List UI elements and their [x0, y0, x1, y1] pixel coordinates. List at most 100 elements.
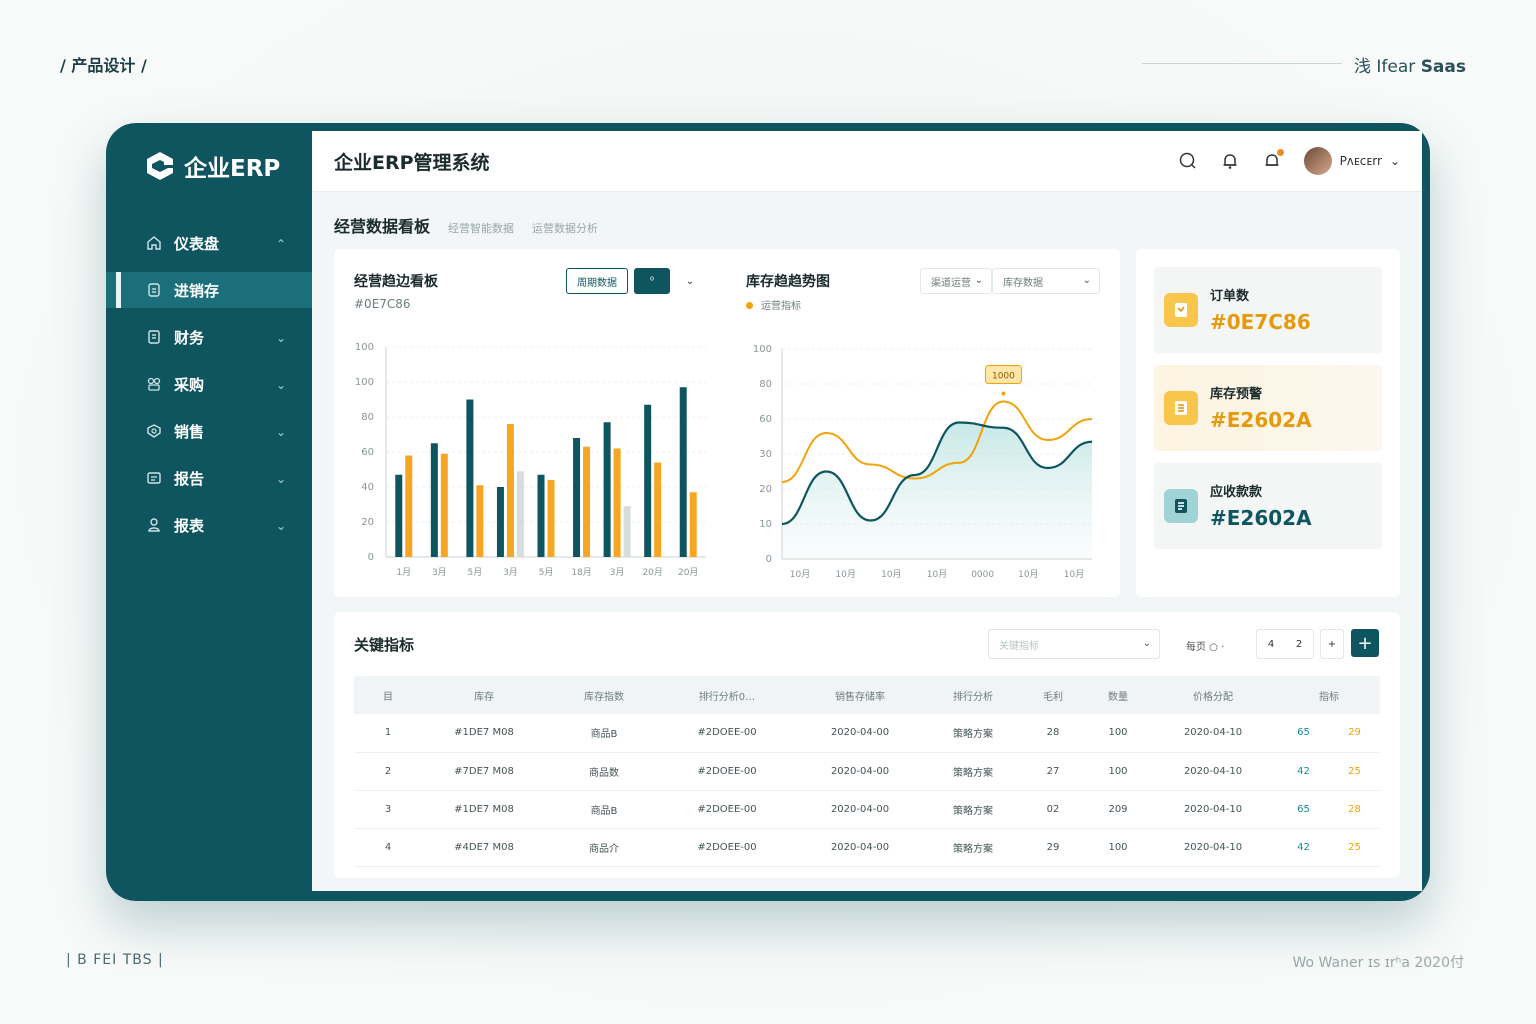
table-cell: #2DOEE-00	[662, 752, 792, 791]
table-cell: 42	[1278, 752, 1329, 791]
y-tick-label: 0	[368, 552, 374, 563]
sidebar-item-report[interactable]: 报告 ⌄	[106, 460, 312, 496]
chevron-down-icon[interactable]: ⌄	[674, 268, 706, 294]
x-tick-label: 5月	[468, 567, 483, 578]
dashboard-subtitle[interactable]: 运营数据分析	[532, 220, 598, 236]
table-row[interactable]: 3 #1DE7 M08 商品B #2DOEE-00 2020-04-00 策略方案 02 20…	[354, 790, 1380, 829]
table-cell: #1DE7 M08	[422, 714, 546, 753]
kpi-label: 订单数	[1210, 289, 1250, 304]
x-tick-label: 20月	[642, 567, 662, 578]
x-tick-label: 10月	[1064, 569, 1084, 580]
sidebar-item-purchase[interactable]: 采购 ⌄	[106, 366, 312, 402]
pagination-input[interactable]: 42	[1256, 629, 1314, 659]
bar[interactable]	[405, 455, 413, 558]
bar[interactable]	[573, 438, 581, 557]
table-cell: 2020-04-00	[792, 790, 928, 829]
toggle-button[interactable]: ⁰	[634, 268, 670, 294]
table-cell: 25	[1329, 752, 1380, 791]
x-tick-label: 0000	[971, 570, 994, 580]
period-button[interactable]: 周期数据	[566, 268, 628, 294]
metric-filter-select[interactable]: 关键指标 ⌄	[988, 629, 1160, 659]
column-header[interactable]: 目	[354, 676, 422, 714]
bar[interactable]	[547, 480, 555, 557]
kpi-panel: 订单数 #0E7C86 库存预警 #E2602A 应收款款 #E2602A	[1136, 249, 1400, 597]
column-header[interactable]: 排行分析	[928, 676, 1018, 714]
sidebar: 企业ERP 仪表盘 ⌃ 进销存 财务 ⌄ 采购 ⌄ 销售 ⌄ 报告 ⌄ 报表 ⌄	[106, 123, 312, 901]
inventory-select[interactable]: 库存数据 ⌄	[992, 268, 1100, 294]
table-cell: 商品介	[546, 828, 662, 867]
bar[interactable]	[537, 474, 545, 557]
column-header[interactable]: 指标	[1278, 676, 1380, 714]
chevron-down-icon: ⌄	[1082, 275, 1091, 286]
brand-name: 企业ERP	[184, 156, 281, 182]
kpi-receivable[interactable]: 应收款款 #E2602A	[1154, 463, 1382, 549]
kpi-value: #E2602A	[1210, 506, 1312, 530]
sidebar-item-sales[interactable]: 销售 ⌄	[106, 413, 312, 449]
column-header[interactable]: 库存指数	[546, 676, 662, 714]
bar[interactable]	[466, 399, 474, 558]
column-header[interactable]: 库存	[422, 676, 546, 714]
table-row[interactable]: 4 #4DE7 M08 商品介 #2DOEE-00 2020-04-00 策略方案 29 10…	[354, 828, 1380, 867]
page-number: 2	[1295, 638, 1303, 650]
y-tick-label: 30	[759, 449, 772, 460]
sidebar-item-finance[interactable]: 财务 ⌄	[106, 319, 312, 355]
bar[interactable]	[689, 492, 697, 557]
table-cell: 策略方案	[928, 828, 1018, 867]
table-cell: 商品B	[546, 714, 662, 753]
legend-dot	[746, 302, 753, 309]
table-row[interactable]: 2 #7DE7 M08 商品数 #2DOEE-00 2020-04-00 策略方案 27 10…	[354, 752, 1380, 791]
bar[interactable]	[440, 453, 448, 557]
chevron-down-icon: ⌄	[1389, 154, 1400, 168]
x-tick-label: 3月	[610, 567, 625, 578]
table-cell: 4	[354, 828, 422, 867]
bar[interactable]	[679, 387, 687, 557]
page-size-label[interactable]: 每页 ○ ·	[1186, 638, 1224, 653]
bar[interactable]	[430, 443, 438, 557]
kpi-orders[interactable]: 订单数 #0E7C86	[1154, 267, 1382, 353]
table-cell: 209	[1088, 790, 1148, 829]
dashboard-subtitle[interactable]: 经营智能数据	[448, 220, 514, 236]
message-button[interactable]	[1262, 149, 1284, 171]
bar[interactable]	[654, 462, 662, 558]
bar[interactable]	[644, 404, 652, 557]
table-cell: 100	[1088, 752, 1148, 791]
x-tick-label: 10月	[790, 569, 810, 580]
brand-logo[interactable]: 企业ERP	[144, 149, 280, 183]
table-cell: #7DE7 M08	[422, 752, 546, 791]
bar[interactable]	[506, 424, 514, 557]
column-header[interactable]: 排行分析0…	[662, 676, 792, 714]
add-small-button[interactable]: +	[1320, 629, 1344, 659]
x-tick-label: 10月	[1018, 569, 1038, 580]
table-body: 1 #1DE7 M08 商品B #2DOEE-00 2020-04-00 策略方案 28 10…	[354, 714, 1380, 867]
sidebar-item-dashboard[interactable]: 仪表盘 ⌃	[106, 225, 312, 261]
table-title: 关键指标	[354, 636, 415, 654]
table-row[interactable]: 1 #1DE7 M08 商品B #2DOEE-00 2020-04-00 策略方案 28 10…	[354, 714, 1380, 753]
dashboard-title: 经营数据看板	[334, 217, 431, 236]
bar[interactable]	[613, 448, 621, 558]
bar[interactable]	[603, 422, 611, 557]
column-header[interactable]: 数量	[1088, 676, 1148, 714]
column-header[interactable]: 销售存储率	[792, 676, 928, 714]
kpi-inventory-alert[interactable]: 库存预警 #E2602A	[1154, 365, 1382, 451]
page-number: 4	[1267, 638, 1275, 650]
bar[interactable]	[623, 506, 631, 557]
column-header[interactable]: 毛利	[1018, 676, 1088, 714]
metrics-table: 目 库存 库存指数 排行分析0… 销售存储率 排行分析 毛利 数量 价格分配 指…	[354, 676, 1380, 867]
bar[interactable]	[496, 487, 504, 557]
search-icon[interactable]	[1178, 151, 1198, 171]
bar[interactable]	[516, 471, 524, 557]
chevron-up-icon: ⌃	[275, 237, 286, 251]
column-header[interactable]: 价格分配	[1148, 676, 1278, 714]
add-button[interactable]: +	[1351, 629, 1379, 657]
table-cell: 策略方案	[928, 714, 1018, 753]
sidebar-item-label: 报告	[174, 469, 205, 488]
channel-select[interactable]: 渠道运营 ⌄	[920, 268, 992, 294]
bell-icon[interactable]	[1220, 151, 1240, 171]
sidebar-item-inventory[interactable]: 进销存	[106, 272, 312, 308]
bar[interactable]	[476, 485, 484, 557]
bar[interactable]	[583, 446, 591, 557]
sidebar-item-statements[interactable]: 报表 ⌄	[106, 507, 312, 543]
user-menu[interactable]: Pᴧᴇᴄᴇrr ⌄	[1303, 147, 1400, 175]
select-value: 渠道运营	[931, 277, 971, 289]
bar[interactable]	[395, 474, 403, 557]
